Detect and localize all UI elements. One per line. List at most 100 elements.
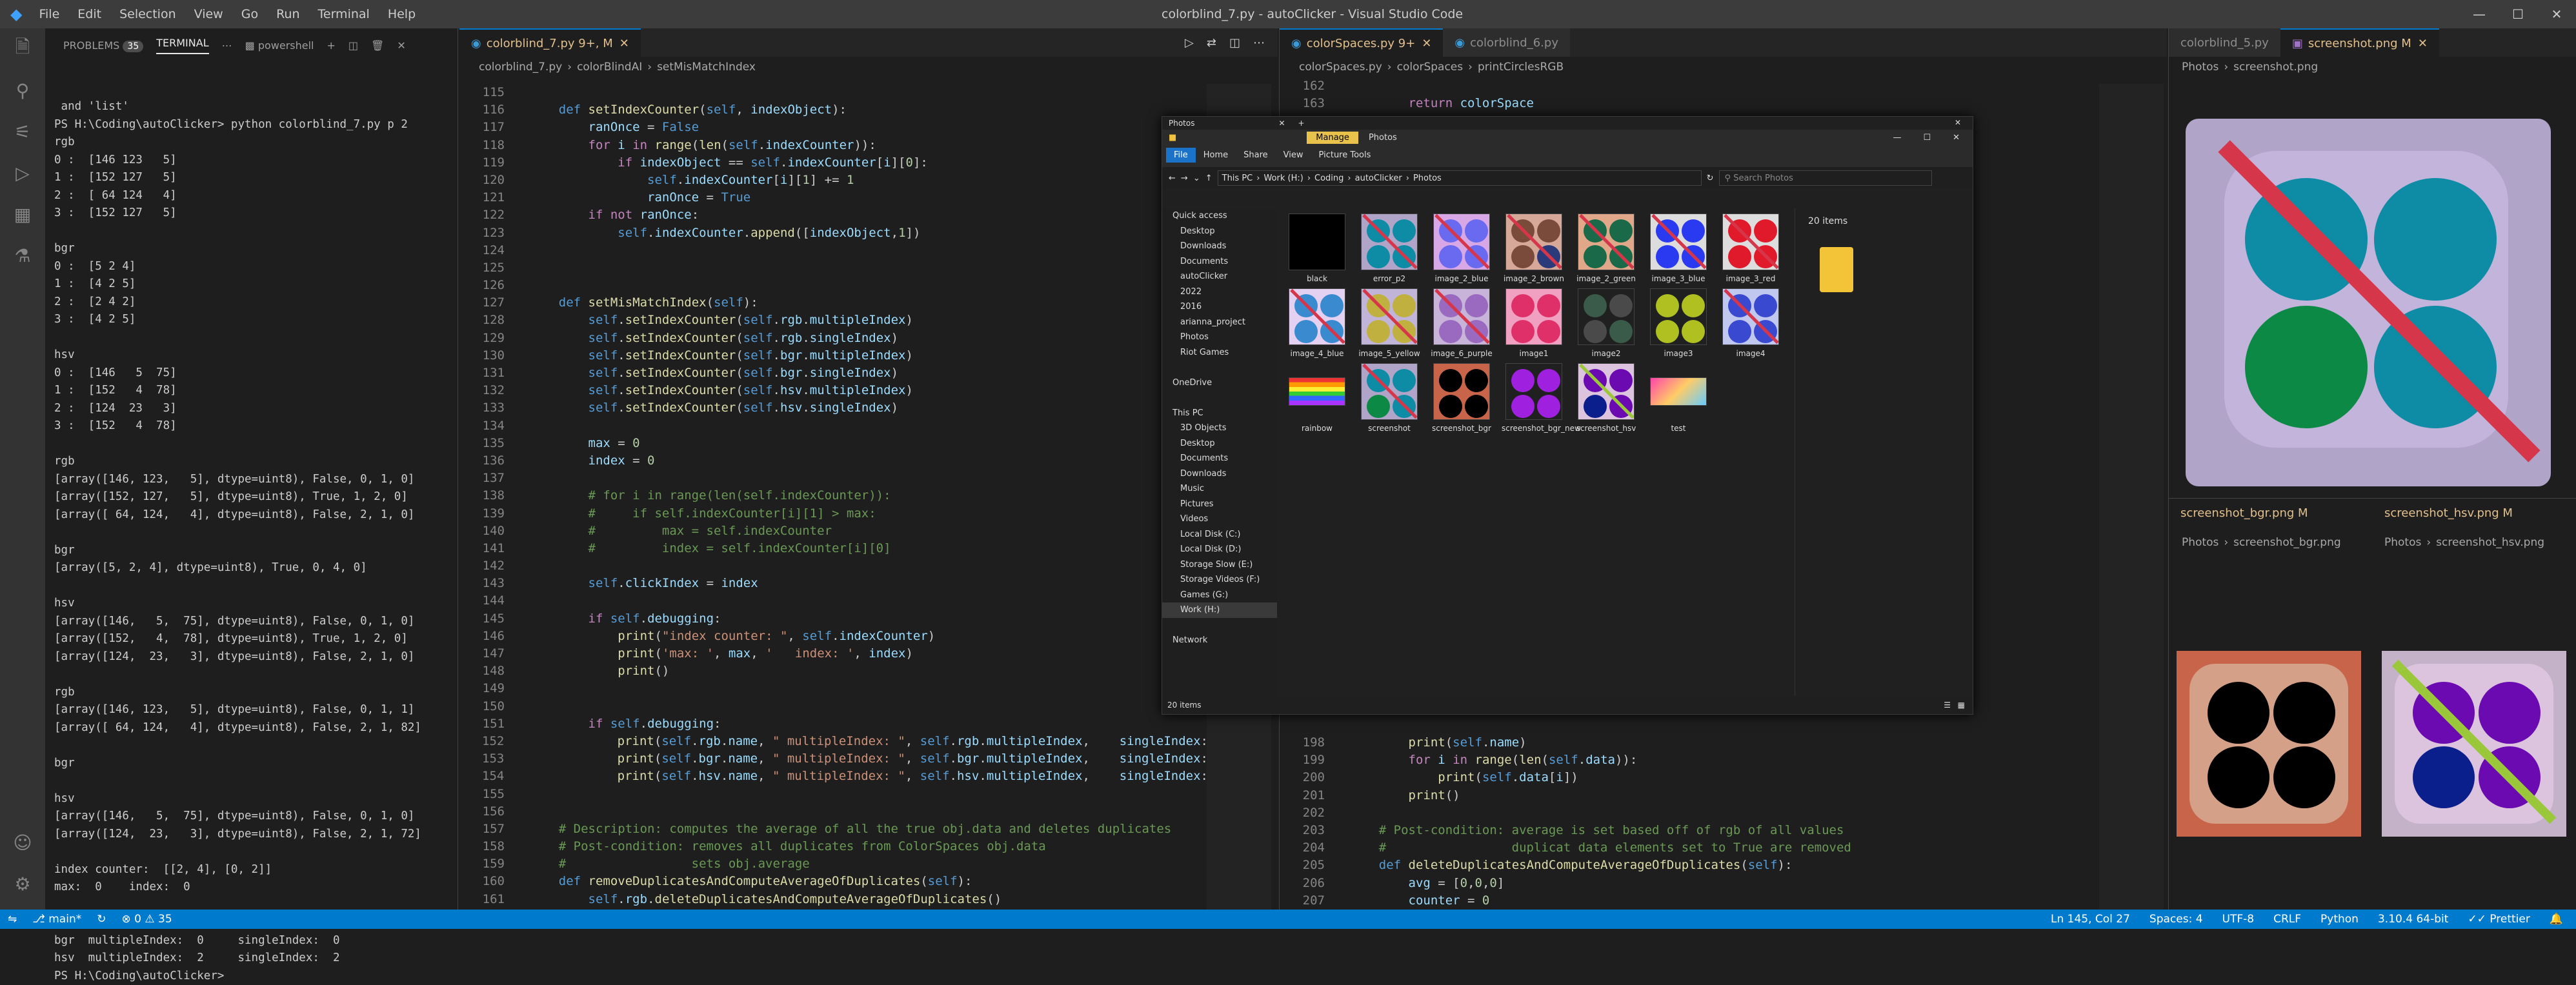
file-item[interactable]: image1 xyxy=(1502,288,1566,358)
minimap[interactable] xyxy=(2099,84,2164,910)
file-item[interactable]: black xyxy=(1285,214,1349,283)
close-icon[interactable]: ✕ xyxy=(2537,0,2576,28)
cursor-position[interactable]: Ln 145, Col 27 xyxy=(2051,910,2130,929)
breadcrumb-folder[interactable]: Photos xyxy=(2182,61,2219,74)
maximize-icon[interactable]: ☐ xyxy=(2499,0,2537,28)
nav-item-documents[interactable]: Documents xyxy=(1162,451,1277,466)
tab-problems[interactable]: PROBLEMS 35 xyxy=(63,39,143,52)
file-item[interactable]: screenshot_bgr xyxy=(1429,363,1494,433)
refresh-icon[interactable]: ↻ xyxy=(1707,174,1714,183)
settings-gear-icon[interactable]: ⚙ xyxy=(0,863,45,904)
sync-icon[interactable]: ↻ xyxy=(97,913,106,926)
breadcrumb-file[interactable]: colorSpaces.py xyxy=(1299,61,1382,74)
source-control-icon[interactable]: ⚟ xyxy=(0,111,45,152)
breadcrumb-folder[interactable]: Photos xyxy=(2384,536,2421,549)
language-mode[interactable]: Python xyxy=(2320,910,2359,929)
breadcrumb-method[interactable]: printCirclesRGB xyxy=(1478,61,1564,74)
open-changes-icon[interactable]: ⇄ xyxy=(1207,36,1216,50)
window-close-icon[interactable]: ✕ xyxy=(1955,118,1961,127)
menu-item-terminal[interactable]: Terminal xyxy=(309,7,379,21)
nav-item-desktop[interactable]: Desktop xyxy=(1162,436,1277,452)
file-item[interactable]: image_6_purple xyxy=(1429,288,1494,358)
ribbon-tab-file[interactable]: File xyxy=(1166,148,1196,163)
extensions-icon[interactable]: ▦ xyxy=(0,194,45,235)
python-interpreter[interactable]: 3.10.4 64-bit xyxy=(2378,910,2448,929)
code-area-top[interactable]: 162163 return colorSpace xyxy=(1280,77,2099,112)
problems-indicator[interactable]: ⊗ 0 ⚠ 35 xyxy=(121,913,172,926)
nav-item-3d-objects[interactable]: 3D Objects xyxy=(1162,421,1277,436)
nav-item-storage-slow-e-[interactable]: Storage Slow (E:) xyxy=(1162,557,1277,573)
nav-item-documents[interactable]: Documents xyxy=(1162,254,1277,270)
breadcrumb-folder[interactable]: Photos xyxy=(2182,536,2219,549)
nav-item-downloads[interactable]: Downloads xyxy=(1162,239,1277,254)
explorer-icon[interactable]: 🗎 xyxy=(0,28,45,70)
split-editor-icon[interactable]: ◫ xyxy=(1229,36,1240,50)
explorer-tab-title[interactable]: Photos xyxy=(1169,119,1194,128)
account-icon[interactable]: ☺ xyxy=(0,822,45,863)
details-view-icon[interactable]: ☰ xyxy=(1944,701,1951,710)
close-tab-icon[interactable]: ✕ xyxy=(2418,37,2428,50)
breadcrumb-class[interactable]: colorBlindAI xyxy=(577,61,642,74)
tab-terminal[interactable]: TERMINAL xyxy=(156,37,208,54)
close-tab-icon[interactable]: ✕ xyxy=(619,37,629,50)
more-actions-icon[interactable]: ⋯ xyxy=(1253,36,1265,50)
nav-item-music[interactable]: Music xyxy=(1162,481,1277,497)
nav-item-2022[interactable]: 2022 xyxy=(1162,284,1277,300)
file-item[interactable]: image_2_brown xyxy=(1502,214,1566,283)
address-segment[interactable]: autoClicker xyxy=(1355,174,1402,183)
maximize-icon[interactable]: ☐ xyxy=(1923,133,1931,143)
file-item[interactable]: image3 xyxy=(1646,288,1711,358)
nav-item-this-pc[interactable]: This PC xyxy=(1162,406,1277,421)
new-terminal-icon[interactable]: + xyxy=(327,39,336,52)
kill-terminal-icon[interactable]: 🗑 xyxy=(371,39,384,52)
file-item[interactable]: image_3_blue xyxy=(1646,214,1711,283)
nav-item-quick-access[interactable]: Quick access xyxy=(1162,208,1277,224)
nav-item-arianna-project[interactable]: arianna_project xyxy=(1162,315,1277,330)
tab-colorblind-7[interactable]: ◉colorblind_7.py 9+, M✕ xyxy=(459,28,641,57)
minimize-icon[interactable]: — xyxy=(2460,0,2499,28)
tab-screenshot-bgr[interactable]: screenshot_bgr.png M xyxy=(2169,499,2373,527)
nav-item-work-h-[interactable]: Work (H:) xyxy=(1162,602,1277,618)
manage-tab[interactable]: Manage xyxy=(1307,132,1358,144)
tab-colorblind-5[interactable]: colorblind_5.py xyxy=(2169,28,2280,57)
minimize-icon[interactable]: — xyxy=(1893,133,1901,143)
run-file-icon[interactable]: ▷ xyxy=(1185,36,1194,50)
file-item[interactable]: image_4_blue xyxy=(1285,288,1349,358)
nav-item-downloads[interactable]: Downloads xyxy=(1162,466,1277,482)
nav-item-onedrive[interactable]: OneDrive xyxy=(1162,375,1277,391)
menu-item-help[interactable]: Help xyxy=(379,7,425,21)
nav-item-2016[interactable]: 2016 xyxy=(1162,299,1277,315)
menu-item-selection[interactable]: Selection xyxy=(110,7,185,21)
forward-arrow-icon[interactable]: → xyxy=(1181,174,1188,183)
menu-item-view[interactable]: View xyxy=(185,7,232,21)
image-preview-screenshot[interactable] xyxy=(2169,77,2576,498)
up-arrow-icon[interactable]: ↑ xyxy=(1205,174,1213,183)
code-area[interactable]: 115116 def setIndexCounter(self, indexOb… xyxy=(459,84,1208,910)
terminal-output[interactable]: and 'list'PS H:\Coding\autoClicker> pyth… xyxy=(54,98,454,985)
nav-item-local-disk-d-[interactable]: Local Disk (D:) xyxy=(1162,542,1277,557)
ribbon-tab-home[interactable]: Home xyxy=(1196,148,1236,163)
file-item[interactable]: image_3_red xyxy=(1718,214,1783,283)
notifications-icon[interactable]: 🔔 xyxy=(2550,910,2563,929)
file-item[interactable]: rainbow xyxy=(1285,363,1349,433)
nav-item-games-g-[interactable]: Games (G:) xyxy=(1162,588,1277,603)
search-icon[interactable]: ⚲ xyxy=(0,70,45,111)
menu-item-edit[interactable]: Edit xyxy=(68,7,110,21)
terminal-shell-selector[interactable]: ▩ powershell xyxy=(245,39,314,52)
menu-item-go[interactable]: Go xyxy=(232,7,267,21)
tab-colorblind-6[interactable]: ◉colorblind_6.py xyxy=(1443,28,1570,57)
address-segment[interactable]: Work (H:) xyxy=(1263,174,1303,183)
file-item[interactable]: screenshot_hsv xyxy=(1574,363,1638,433)
large-icons-view-icon[interactable]: ▦ xyxy=(1958,701,1965,710)
menu-item-file[interactable]: File xyxy=(30,7,68,21)
bgr-preview-image[interactable] xyxy=(2177,651,2361,837)
branch-indicator[interactable]: ⎇ main* xyxy=(32,913,81,926)
close-icon[interactable]: ✕ xyxy=(1278,119,1285,128)
recent-chevron-icon[interactable]: ⌄ xyxy=(1193,174,1200,183)
nav-item-storage-videos-f-[interactable]: Storage Videos (F:) xyxy=(1162,572,1277,588)
more-icon[interactable]: ⋯ xyxy=(222,39,232,52)
nav-item-videos[interactable]: Videos xyxy=(1162,512,1277,527)
testing-icon[interactable]: ⚗ xyxy=(0,235,45,276)
address-bar[interactable]: This PC›Work (H:)›Coding›autoClicker›Pho… xyxy=(1218,170,1702,186)
nav-item-desktop[interactable]: Desktop xyxy=(1162,224,1277,239)
